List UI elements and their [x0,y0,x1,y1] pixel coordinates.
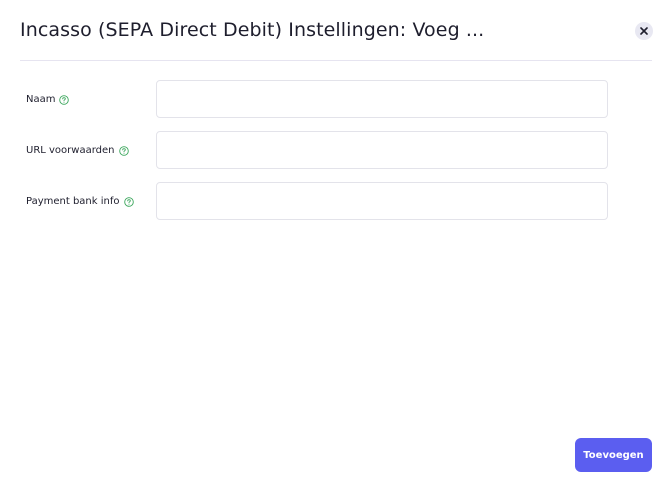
modal-title: Incasso (SEPA Direct Debit) Instellingen… [20,19,485,41]
payment-bank-info-input[interactable] [156,182,608,220]
field-label-text: Payment bank info [26,195,120,207]
question-circle-icon[interactable] [118,146,129,156]
modal-header: Incasso (SEPA Direct Debit) Instellingen… [20,0,653,61]
naam-input[interactable] [156,80,608,118]
url-voorwaarden-input[interactable] [156,131,608,169]
field-row-url-voorwaarden: URL voorwaarden [26,131,608,169]
field-row-payment-bank-info: Payment bank info [26,182,608,220]
field-label-payment-bank-info: Payment bank info [26,182,134,220]
close-button[interactable] [635,22,653,40]
toevoegen-button[interactable]: Toevoegen [575,438,652,472]
field-label-text: URL voorwaarden [26,144,115,156]
settings-modal: Incasso (SEPA Direct Debit) Instellingen… [0,0,670,490]
field-row-naam: Naam [26,80,608,118]
question-circle-icon[interactable] [59,95,70,105]
close-icon [640,27,648,35]
field-label-text: Naam [26,93,56,105]
question-circle-icon[interactable] [123,197,134,207]
field-label-url-voorwaarden: URL voorwaarden [26,131,129,169]
field-label-naam: Naam [26,80,70,118]
